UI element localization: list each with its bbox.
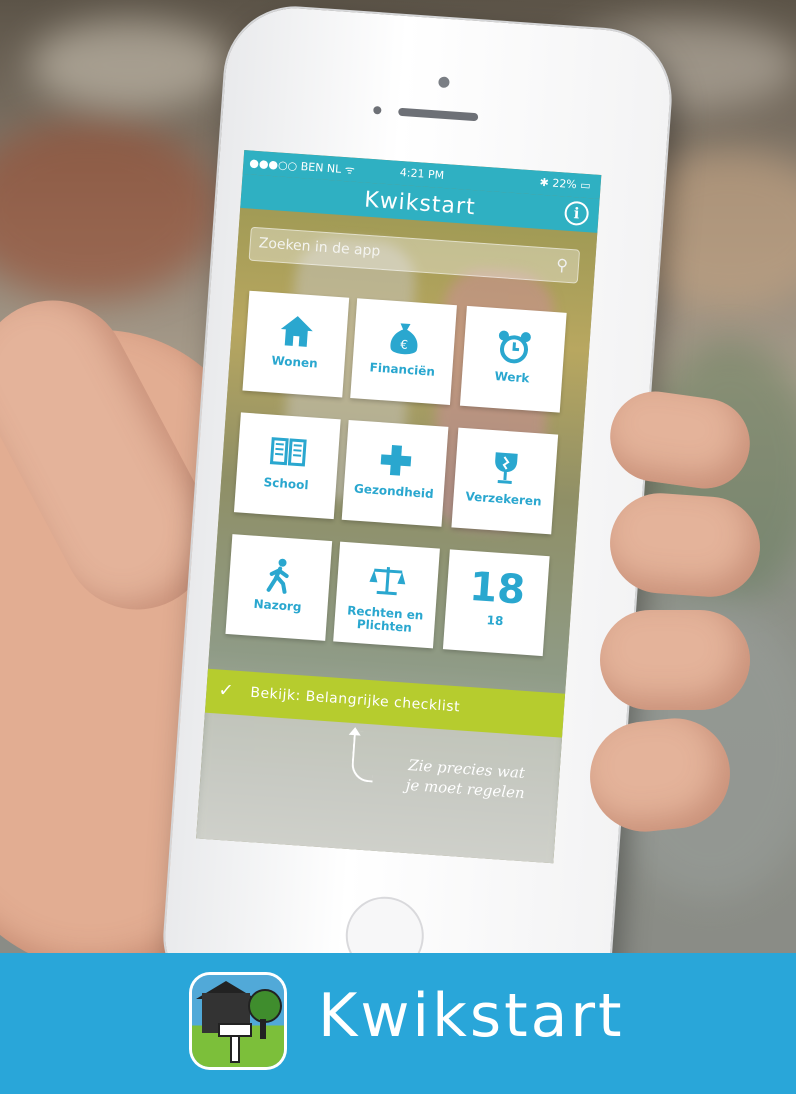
home-button[interactable]: [343, 894, 427, 953]
tile-label: 18: [486, 613, 504, 629]
camera-icon: [438, 76, 450, 89]
tile-werk[interactable]: Werk: [459, 305, 567, 413]
book-icon: [237, 432, 339, 476]
tile-financien[interactable]: € Financiën: [350, 298, 457, 405]
tile-rechten-en-plichten[interactable]: Rechten en Plichten: [333, 541, 440, 649]
scales-icon: [336, 562, 438, 608]
background-blur: [0, 120, 220, 300]
tile-verzekeren[interactable]: Verzekeren: [451, 427, 559, 535]
tile-wonen[interactable]: Wonen: [242, 290, 350, 398]
checklist-label: Bekijk: Belangrijke checklist: [249, 684, 461, 716]
tile-gezondheid[interactable]: Gezondheid: [341, 419, 449, 527]
battery-indicator: ✱ 22% ▭: [539, 175, 592, 193]
background-blur: [30, 20, 230, 110]
logo-trunk: [260, 1019, 266, 1039]
search-icon[interactable]: ⚲: [556, 255, 569, 275]
house-icon: [245, 311, 348, 359]
broken-glass-icon: [454, 448, 557, 496]
search-placeholder: Zoeken in de app: [258, 235, 381, 260]
checkmark-icon: ✓: [217, 679, 235, 702]
phone-screen: ●●●○○ BEN NL ᯤ 4:21 PM ✱ 22% ▭ Kwikstart…: [196, 150, 602, 864]
logo-sign: [218, 1023, 252, 1037]
kwikstart-app-icon: [192, 975, 284, 1067]
tile-school[interactable]: School: [233, 412, 341, 520]
brand-name: Kwikstart: [318, 981, 625, 1051]
curved-arrow-icon: [350, 731, 376, 783]
cross-icon: [344, 440, 447, 488]
svg-text:€: €: [400, 337, 409, 351]
tile-18[interactable]: 18 18: [442, 549, 550, 657]
tile-nazorg[interactable]: Nazorg: [225, 534, 333, 641]
logo-tree: [248, 989, 282, 1023]
front-camera-icon: [373, 105, 382, 115]
hand-finger: [606, 489, 764, 601]
tile-label: School: [263, 475, 309, 493]
background-photo: ●●●○○ BEN NL ᯤ 4:21 PM ✱ 22% ▭ Kwikstart…: [0, 0, 796, 953]
speaker-grille: [398, 107, 479, 122]
brand-footer: Kwikstart: [0, 953, 796, 1094]
number-18-icon: 18: [467, 563, 527, 614]
hand-finger: [600, 610, 750, 710]
tile-label: Rechten en Plichten: [346, 603, 424, 635]
phone-device: ●●●○○ BEN NL ᯤ 4:21 PM ✱ 22% ▭ Kwikstart…: [160, 3, 675, 953]
